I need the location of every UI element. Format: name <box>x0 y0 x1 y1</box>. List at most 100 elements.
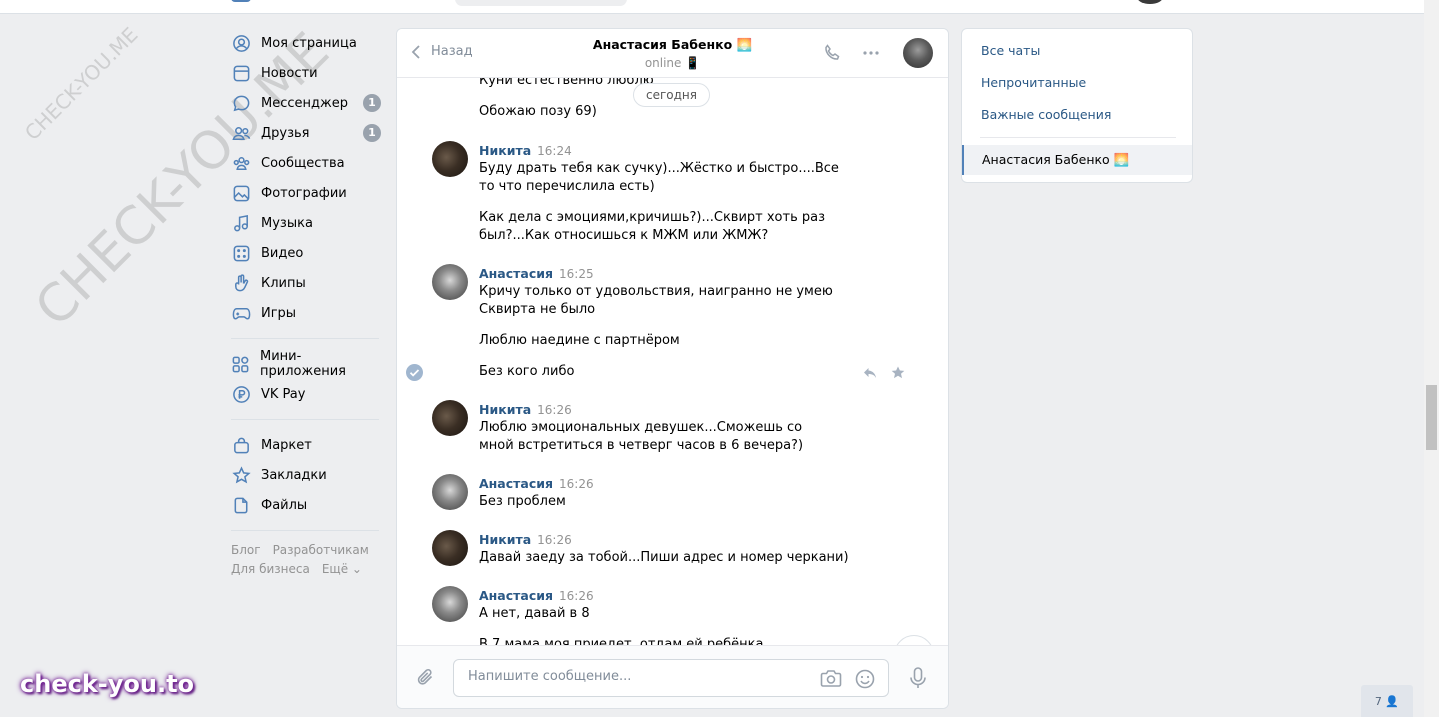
message-time: 16:26 <box>559 589 594 603</box>
nav-divider <box>231 419 379 420</box>
peer-avatar[interactable] <box>903 38 933 68</box>
news-icon <box>231 63 251 83</box>
nav-item-communities[interactable]: Сообщества <box>231 148 381 178</box>
message-text: Люблю эмоциональных девушек...Сможешь со… <box>479 420 804 453</box>
scroll-down-button[interactable] <box>894 635 934 645</box>
message-text: Кричу только от удовольствия, наигранно … <box>479 284 833 299</box>
nav-item-friends[interactable]: Друзья 1 <box>231 118 381 148</box>
open-chat-label: Анастасия Бабенко 🌅 <box>982 152 1130 167</box>
filter-unread[interactable]: Непрочитанные <box>981 75 1086 90</box>
footer-link-more[interactable]: Ещё ⌄ <box>322 562 362 576</box>
message-author[interactable]: Анастасия <box>479 476 553 491</box>
star-icon <box>231 465 251 485</box>
footer-link-business[interactable]: Для бизнеса <box>231 562 310 576</box>
avatar[interactable] <box>432 400 468 436</box>
nav-item-news[interactable]: Новости <box>231 58 381 88</box>
message-text: Буду драть тебя как сучку)...Жёстко и бы… <box>479 161 839 194</box>
vk-logo[interactable] <box>231 0 251 2</box>
message-text: Люблю наедине с партнёром <box>479 333 680 348</box>
message-header: Анастасия 16:26 <box>479 476 594 491</box>
nav-item-clips[interactable]: Клипы <box>231 268 381 298</box>
message-time: 16:25 <box>559 267 594 281</box>
scrollbar-thumb[interactable] <box>1426 385 1437 450</box>
message-time: 16:26 <box>559 477 594 491</box>
paperclip-icon[interactable] <box>415 666 437 688</box>
nav-item-video[interactable]: Видео <box>231 238 381 268</box>
nav-label: Клипы <box>261 275 306 291</box>
phone-icon[interactable] <box>822 43 842 63</box>
nav-label: Игры <box>261 305 297 321</box>
message-author[interactable]: Никита <box>479 143 531 158</box>
nav-divider <box>231 338 379 339</box>
nav-label: Друзья <box>261 125 310 141</box>
filter-all-chats[interactable]: Все чаты <box>981 43 1040 58</box>
nav-item-market[interactable]: Маркет <box>231 430 381 460</box>
friends-count-badge: 1 <box>363 124 381 142</box>
open-chat-item[interactable]: Анастасия Бабенко 🌅 <box>962 145 1192 175</box>
message-header: Никита 16:26 <box>479 532 572 547</box>
star-icon[interactable] <box>890 365 906 381</box>
nav-item-music[interactable]: Музыка <box>231 208 381 238</box>
message-header: Анастасия 16:25 <box>479 266 594 281</box>
message-author[interactable]: Анастасия <box>479 266 553 281</box>
message-time: 16:26 <box>537 403 572 417</box>
avatar[interactable] <box>432 530 468 566</box>
search-input[interactable] <box>455 0 627 6</box>
reply-icon[interactable] <box>862 365 878 381</box>
message-text: Как дела с эмоциями,кричишь?)...Сквирт х… <box>479 210 826 243</box>
watermark-badge: check-you.to <box>20 670 195 698</box>
nav-item-games[interactable]: Игры <box>231 298 381 328</box>
nav-item-vk-pay[interactable]: VK Pay <box>231 379 381 409</box>
nav-label: Мессенджер <box>261 95 348 111</box>
avatar[interactable] <box>432 586 468 622</box>
footer-link-developers[interactable]: Разработчикам <box>273 543 369 557</box>
message-text: Сквирта не было <box>479 302 596 317</box>
message-text: Без кого либо <box>479 364 575 379</box>
nav-item-files[interactable]: Файлы <box>231 490 381 520</box>
message-time: 16:24 <box>537 144 572 158</box>
left-nav: Моя страница Новости Мессенджер 1 Друзья… <box>231 28 381 579</box>
nav-item-photos[interactable]: Фотографии <box>231 178 381 208</box>
unread-count-badge: 1 <box>363 94 381 112</box>
communities-icon <box>231 153 251 173</box>
profile-avatar[interactable] <box>1137 0 1163 4</box>
vk-pay-icon <box>231 384 251 404</box>
message-history[interactable]: сегодня Куни естественно люблю Обожаю по… <box>397 77 948 645</box>
user-circle-icon <box>231 33 251 53</box>
nav-label: Новости <box>261 65 318 81</box>
nav-label: Маркет <box>261 437 312 453</box>
message-text: А нет, давай в 8 <box>479 606 590 621</box>
message-author[interactable]: Никита <box>479 532 531 547</box>
clips-hand-icon <box>231 273 251 293</box>
smile-icon[interactable] <box>854 668 876 690</box>
chat-panel: Назад Анастасия Бабенко 🌅 online 📱 сегод… <box>396 28 949 709</box>
camera-icon[interactable] <box>820 668 842 688</box>
top-bar <box>0 0 1424 14</box>
nav-item-mini-apps[interactable]: Мини-приложения <box>231 349 381 379</box>
message-input[interactable] <box>466 668 810 685</box>
message-time: 16:26 <box>537 533 572 547</box>
selected-check-icon[interactable] <box>406 364 423 381</box>
more-dots-icon[interactable] <box>861 43 881 63</box>
watermark-small: CHECK-YOU.ME <box>20 22 143 145</box>
avatar[interactable] <box>432 264 468 300</box>
nav-item-bookmarks[interactable]: Закладки <box>231 460 381 490</box>
shopping-bag-icon <box>231 435 251 455</box>
file-icon <box>231 495 251 515</box>
nav-label: Сообщества <box>261 155 345 171</box>
footer-link-blog[interactable]: Блог <box>231 543 261 557</box>
nav-label: Файлы <box>261 497 308 513</box>
nav-item-messenger[interactable]: Мессенджер 1 <box>231 88 381 118</box>
filter-important[interactable]: Важные сообщения <box>981 107 1111 122</box>
microphone-icon[interactable] <box>907 666 929 690</box>
message-composer <box>397 645 948 708</box>
avatar[interactable] <box>432 474 468 510</box>
online-friends-widget[interactable]: 7 👤 <box>1361 685 1413 717</box>
page-scrollbar[interactable] <box>1424 0 1439 717</box>
avatar[interactable] <box>432 141 468 177</box>
message-author[interactable]: Никита <box>479 402 531 417</box>
nav-label: VK Pay <box>261 386 306 402</box>
nav-label: Моя страница <box>261 35 357 51</box>
message-author[interactable]: Анастасия <box>479 588 553 603</box>
nav-item-my-page[interactable]: Моя страница <box>231 28 381 58</box>
